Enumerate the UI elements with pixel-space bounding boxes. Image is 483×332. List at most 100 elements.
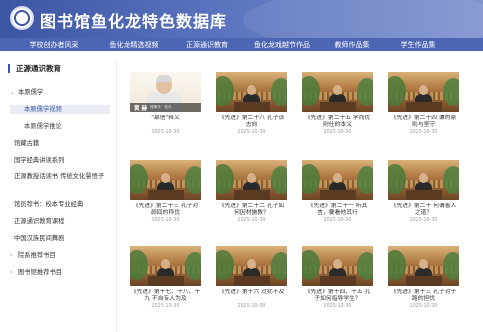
video-thumbnail[interactable] [130, 246, 201, 286]
thumbnail-desk [406, 190, 442, 200]
video-thumbnail[interactable] [130, 160, 201, 200]
video-thumbnail[interactable] [302, 160, 373, 200]
speaker-head [333, 173, 342, 183]
thumbnail-plant [443, 78, 459, 106]
thumbnail-plant [271, 78, 287, 106]
video-card[interactable]: 《先进》第二十一 听其言，要看他其行 2025-10-30 [302, 160, 373, 224]
speaker-head [333, 85, 342, 95]
video-card[interactable]: 《先进》第二十五 学而优则仕的本义 2025-10-30 [302, 72, 373, 136]
video-title[interactable]: 《先进》第二十一 听其言，要看他其行 [302, 203, 373, 217]
video-title[interactable]: 《先进》第十七、十八、十九 不自专人为及 [130, 289, 201, 303]
video-thumbnail[interactable] [216, 72, 287, 112]
video-title[interactable]: 《先进》第十六 过犹不及 [216, 289, 287, 303]
video-title[interactable]: 《先进》第二十三 孔子对颜回的称优 [130, 203, 201, 217]
speaker-head [247, 173, 256, 183]
chevron-right-icon: › [10, 252, 13, 259]
video-date: 2025-10-30 [323, 218, 352, 223]
thumbnail-plant [357, 252, 373, 280]
nav-item-student-works[interactable]: 学生作品集 [396, 40, 440, 50]
nav-item-festival-works[interactable]: 鱼化龙戏越节作品 [248, 40, 316, 50]
video-card[interactable]: 《先进》第十三 孔子对子路的担忧 2025-10-30 [388, 246, 459, 310]
speaker-hair [156, 75, 172, 82]
video-title[interactable]: 《先进》第十三 孔子对子路的担忧 [388, 289, 459, 303]
thumbnail-desk [234, 190, 270, 200]
sidebar-item-benyuan-ruxue[interactable]: ⌄ 本原儒学 [10, 88, 43, 97]
sidebar-item-department-books[interactable]: › 院系推荐书目 [10, 251, 56, 260]
video-title[interactable]: 《先进》第二十八 孔子谈志向 [216, 115, 287, 129]
video-thumbnail[interactable] [302, 246, 373, 286]
video-date: 2025-10-30 [409, 130, 438, 135]
site-title[interactable]: 图书馆鱼化龙特色数据库 [40, 8, 227, 32]
sidebar-item-ancient-books[interactable]: 馆藏古籍 [14, 139, 39, 148]
main-nav: 学校创办者风采 鱼化龙精选视频 正源通识教育 鱼化龙戏越节作品 教师作品集 学生… [0, 38, 483, 51]
video-card[interactable]: 黄 赫理事长 · 校长 "慕信"释义 2025-10-30 [130, 72, 201, 136]
thumbnail-plant [357, 78, 373, 106]
nav-item-teacher-works[interactable]: 教师作品集 [330, 40, 374, 50]
video-title[interactable]: 《先进》第二十二 孔子如何因材施教？ [216, 203, 287, 217]
video-date: 2025-10-30 [151, 130, 180, 135]
thumbnail-plant [271, 166, 287, 194]
site-header: 图书馆鱼化龙特色数据库 [0, 0, 483, 38]
video-card[interactable]: 《先进》第十四、十五 孔子如何指导学生？ 2025-10-30 [302, 246, 373, 310]
thumbnail-plant [271, 252, 287, 280]
video-card[interactable]: 《先进》第二十四 谦的原则与坚守 2025-10-30 [388, 72, 459, 136]
chevron-right-icon: › [10, 269, 13, 276]
sidebar-subitem-ruxue-inference[interactable]: 本原儒学推论 [24, 122, 62, 131]
video-card[interactable]: 《先进》第二十八 孔子谈志向 2025-10-30 [216, 72, 287, 136]
thumbnail-desk [320, 276, 356, 286]
thumbnail-plant [185, 252, 201, 280]
video-title[interactable]: 《先进》第二十五 学而优则仕的本义 [302, 115, 373, 129]
video-thumbnail[interactable] [388, 160, 459, 200]
thumbnail-desk [406, 276, 442, 286]
thumbnail-plant [357, 166, 373, 194]
thumbnail-desk [148, 276, 184, 286]
video-title[interactable]: 《先进》第二十 何谓善人之道？ [388, 203, 459, 217]
sidebar-item-classics-reading[interactable]: 国学经典讲读系列 [14, 156, 64, 165]
sidebar-subitem-ruxue-videos[interactable]: 本原儒学视频 [10, 105, 110, 114]
video-date: 2025-10-30 [237, 130, 266, 135]
video-thumbnail[interactable] [216, 160, 287, 200]
video-date: 2025-10-30 [237, 218, 266, 223]
video-card[interactable]: 《先进》第二十二 孔子如何因材施教？ 2025-10-30 [216, 160, 287, 224]
sidebar-item-professor-reading[interactable]: 正源教授话读书 传统文化慧悟子 [14, 173, 110, 181]
video-date: 2025-10-30 [409, 218, 438, 223]
video-date: 2025-10-30 [151, 304, 180, 309]
thumbnail-desk [234, 276, 270, 286]
video-title[interactable]: 《先进》第十四、十五 孔子如何指导学生？ [302, 289, 373, 303]
video-thumbnail[interactable] [216, 246, 287, 286]
sidebar-item-folk-dance[interactable]: 中国汉族民间舞剧 [14, 234, 64, 243]
library-emblem-icon[interactable] [10, 6, 34, 30]
thumbnail-plant [185, 166, 201, 194]
sidebar-divider [116, 60, 117, 332]
video-date: 2025-10-30 [409, 304, 438, 309]
video-thumbnail[interactable]: 黄 赫理事长 · 校长 [130, 72, 201, 112]
speaker-head [161, 173, 170, 183]
speaker-head [419, 85, 428, 95]
sidebar-item-librarian-recommend[interactable]: 馆员荐书：校本专业经典 [14, 200, 83, 209]
speaker-title: 理事长 · 校长 [150, 105, 172, 109]
video-thumbnail[interactable] [388, 72, 459, 112]
sidebar-item-education-courses[interactable]: 正源通识教育课程 [14, 217, 64, 226]
sidebar-title: 正源通识教育 [8, 64, 61, 73]
video-card[interactable]: 《先进》第二十 何谓善人之道？ 2025-10-30 [388, 160, 459, 224]
header-decoration [243, 0, 483, 38]
chevron-down-icon: ⌄ [10, 89, 16, 96]
video-thumbnail[interactable] [302, 72, 373, 112]
video-card[interactable]: 《先进》第十六 过犹不及 2025-10-30 [216, 246, 287, 310]
nav-item-founder[interactable]: 学校创办者风采 [28, 40, 80, 50]
nav-item-featured-videos[interactable]: 鱼化龙精选视频 [104, 40, 164, 50]
speaker-head [247, 85, 256, 95]
video-title[interactable]: 《先进》第二十四 谦的原则与坚守 [388, 115, 459, 129]
sidebar-item-library-books[interactable]: › 图书馆推荐书目 [10, 268, 62, 277]
video-thumbnail[interactable] [388, 246, 459, 286]
video-date: 2025-10-30 [237, 304, 266, 309]
thumbnail-desk [148, 190, 184, 200]
video-card[interactable]: 《先进》第十七、十八、十九 不自专人为及 2025-10-30 [130, 246, 201, 310]
speaker-head [333, 259, 342, 269]
video-title[interactable]: "慕信"释义 [130, 115, 201, 129]
speaker-name: 黄 赫 [134, 105, 148, 112]
nav-item-general-education[interactable]: 正源通识教育 [180, 40, 234, 50]
speaker-name-bar: 黄 赫理事长 · 校长 [130, 103, 201, 112]
video-card[interactable]: 《先进》第二十三 孔子对颜回的称优 2025-10-30 [130, 160, 201, 224]
sidebar-item-label: 本原儒学 [18, 89, 44, 96]
